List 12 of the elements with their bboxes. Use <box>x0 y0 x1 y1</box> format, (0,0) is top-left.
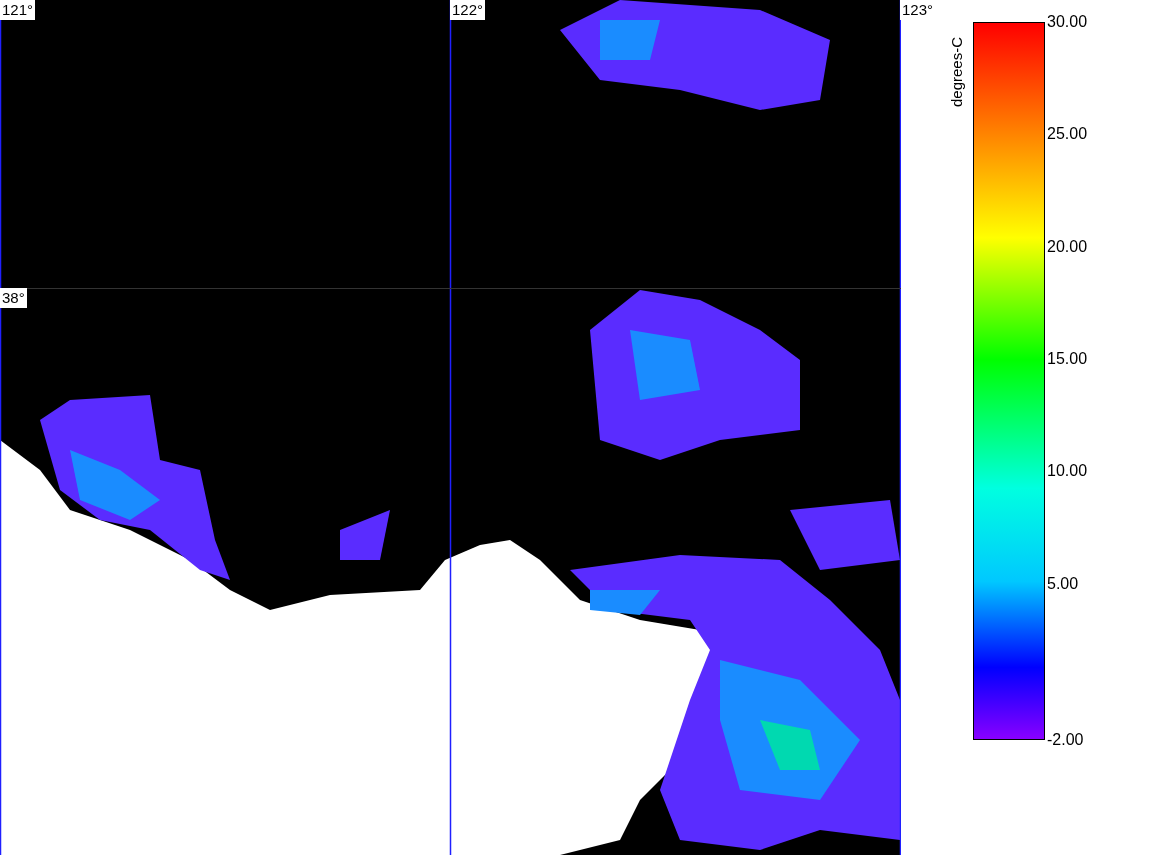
colorbar-tick-label: -2.00 <box>1046 731 1084 749</box>
longitude-label: 123° <box>900 0 936 20</box>
colorbar-tick-label: 15.00 <box>1046 349 1088 368</box>
colorbar-tick-label: 30.00 <box>1046 13 1088 31</box>
colorbar-tick-label: 5.00 <box>1046 574 1079 593</box>
colorbar-unit-label: degrees-C <box>946 36 966 110</box>
longitude-label: 121° <box>0 0 36 20</box>
colorbar-tick-label: 10.00 <box>1046 462 1088 481</box>
longitude-label: 122° <box>450 0 486 20</box>
latitude-label: 38° <box>0 288 27 308</box>
colorbar-tick-label: 20.00 <box>1046 237 1088 256</box>
colorbar-tick-label: 25.00 <box>1046 125 1088 144</box>
